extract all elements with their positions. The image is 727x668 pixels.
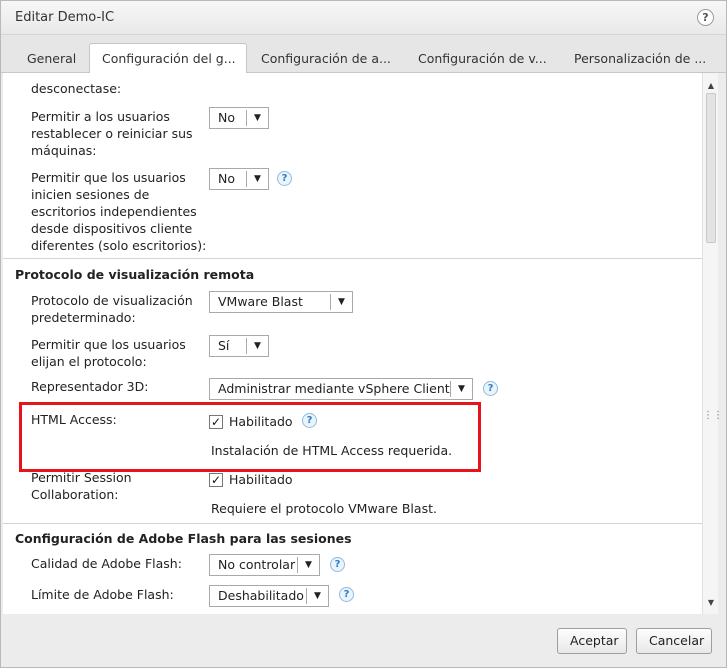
reset-label-line1: Permitir a los usuarios (31, 109, 170, 124)
chevron-down-icon: ▼ (450, 381, 472, 397)
cancel-button[interactable]: Cancelar (636, 628, 712, 654)
choose-protocol-label-line1: Permitir que los usuarios (31, 337, 186, 352)
help-icon[interactable]: ? (277, 171, 292, 186)
choose-protocol-select[interactable]: Sí ▼ (209, 335, 269, 357)
renderer-3d-label: Representador 3D: (31, 379, 149, 394)
display-protocol-section-title: Protocolo de visualización remota (15, 267, 255, 282)
session-collab-label-line2: Collaboration: (31, 487, 119, 502)
disconnect-label-tail: desconectase: (31, 81, 122, 96)
reset-select[interactable]: No ▼ (209, 107, 269, 129)
dialog-titlebar: Editar Demo-IC ? (1, 1, 726, 35)
session-collab-checkbox[interactable]: ✓ (209, 473, 223, 487)
default-protocol-select[interactable]: VMware Blast ▼ (209, 291, 353, 313)
scroll-down-icon[interactable]: ▼ (706, 598, 716, 608)
section-divider (3, 523, 702, 524)
tab-general[interactable]: General (15, 45, 88, 73)
scroll-up-icon[interactable]: ▲ (706, 81, 716, 91)
default-protocol-label-line2: predeterminado: (31, 310, 136, 325)
help-icon[interactable]: ? (483, 381, 498, 396)
flash-limit-value: Deshabilitado (218, 588, 304, 603)
help-icon[interactable]: ? (339, 587, 354, 602)
edit-dialog: Editar Demo-IC ? General Configuración d… (0, 0, 727, 668)
independent-label-line2: inicien sesiones de (31, 187, 150, 202)
chevron-down-icon: ▼ (306, 588, 328, 604)
choose-protocol-label-line2: elijan el protocolo: (31, 354, 147, 369)
independent-label-line4: desde dispositivos cliente (31, 221, 193, 236)
chevron-down-icon: ▼ (246, 171, 268, 187)
dialog-title: Editar Demo-IC (15, 10, 115, 25)
settings-panel: desconectase: Permitir a los usuarios re… (3, 73, 702, 614)
renderer-3d-select[interactable]: Administrar mediante vSphere Client ▼ (209, 378, 473, 400)
tab-configuracion-grupo[interactable]: Configuración del g... (89, 43, 247, 74)
scroll-thumb[interactable] (706, 93, 716, 243)
help-icon[interactable]: ? (697, 9, 714, 26)
flash-limit-select[interactable]: Deshabilitado ▼ (209, 585, 329, 607)
html-access-highlight (19, 402, 481, 472)
session-collab-note: Requiere el protocolo VMware Blast. (211, 501, 437, 516)
chevron-down-icon: ▼ (297, 557, 319, 573)
flash-quality-select[interactable]: No controlar ▼ (209, 554, 320, 576)
flash-quality-value: No controlar (218, 557, 296, 572)
flash-quality-label: Calidad de Adobe Flash: (31, 556, 182, 571)
tab-configuracion-v[interactable]: Configuración de v... (406, 45, 559, 73)
help-icon[interactable]: ? (330, 557, 345, 572)
section-divider (3, 258, 702, 259)
flash-section-title: Configuración de Adobe Flash para las se… (15, 531, 352, 546)
reset-select-value: No (218, 110, 235, 125)
default-protocol-value: VMware Blast (218, 294, 303, 309)
session-collab-checkbox-label: Habilitado (229, 472, 293, 487)
independent-label-line3: escritorios independientes (31, 204, 197, 219)
independent-label-line1: Permitir que los usuarios (31, 170, 186, 185)
flash-limit-label: Límite de Adobe Flash: (31, 587, 174, 602)
independent-select[interactable]: No ▼ (209, 168, 269, 190)
tab-configuracion-a[interactable]: Configuración de a... (249, 45, 403, 73)
tab-personalizacion[interactable]: Personalización de ... (562, 45, 718, 73)
tab-bar: General Configuración del g... Configura… (1, 35, 726, 74)
vertical-scrollbar[interactable]: ▲ ▼ (702, 73, 718, 614)
choose-protocol-value: Sí (218, 338, 230, 353)
default-protocol-label-line1: Protocolo de visualización (31, 293, 193, 308)
reset-label-line3: máquinas: (31, 143, 97, 158)
reset-label-line2: restablecer o reiniciar sus (31, 126, 193, 141)
independent-select-value: No (218, 171, 235, 186)
renderer-3d-value: Administrar mediante vSphere Client (218, 381, 450, 396)
independent-label-line5: diferentes (solo escritorios): (31, 238, 207, 253)
chevron-down-icon: ▼ (246, 110, 268, 126)
chevron-down-icon: ▼ (246, 338, 268, 354)
chevron-down-icon: ▼ (330, 294, 352, 310)
accept-button[interactable]: Aceptar (557, 628, 627, 654)
resize-grip-icon[interactable]: ⋮⋮ (703, 409, 723, 423)
